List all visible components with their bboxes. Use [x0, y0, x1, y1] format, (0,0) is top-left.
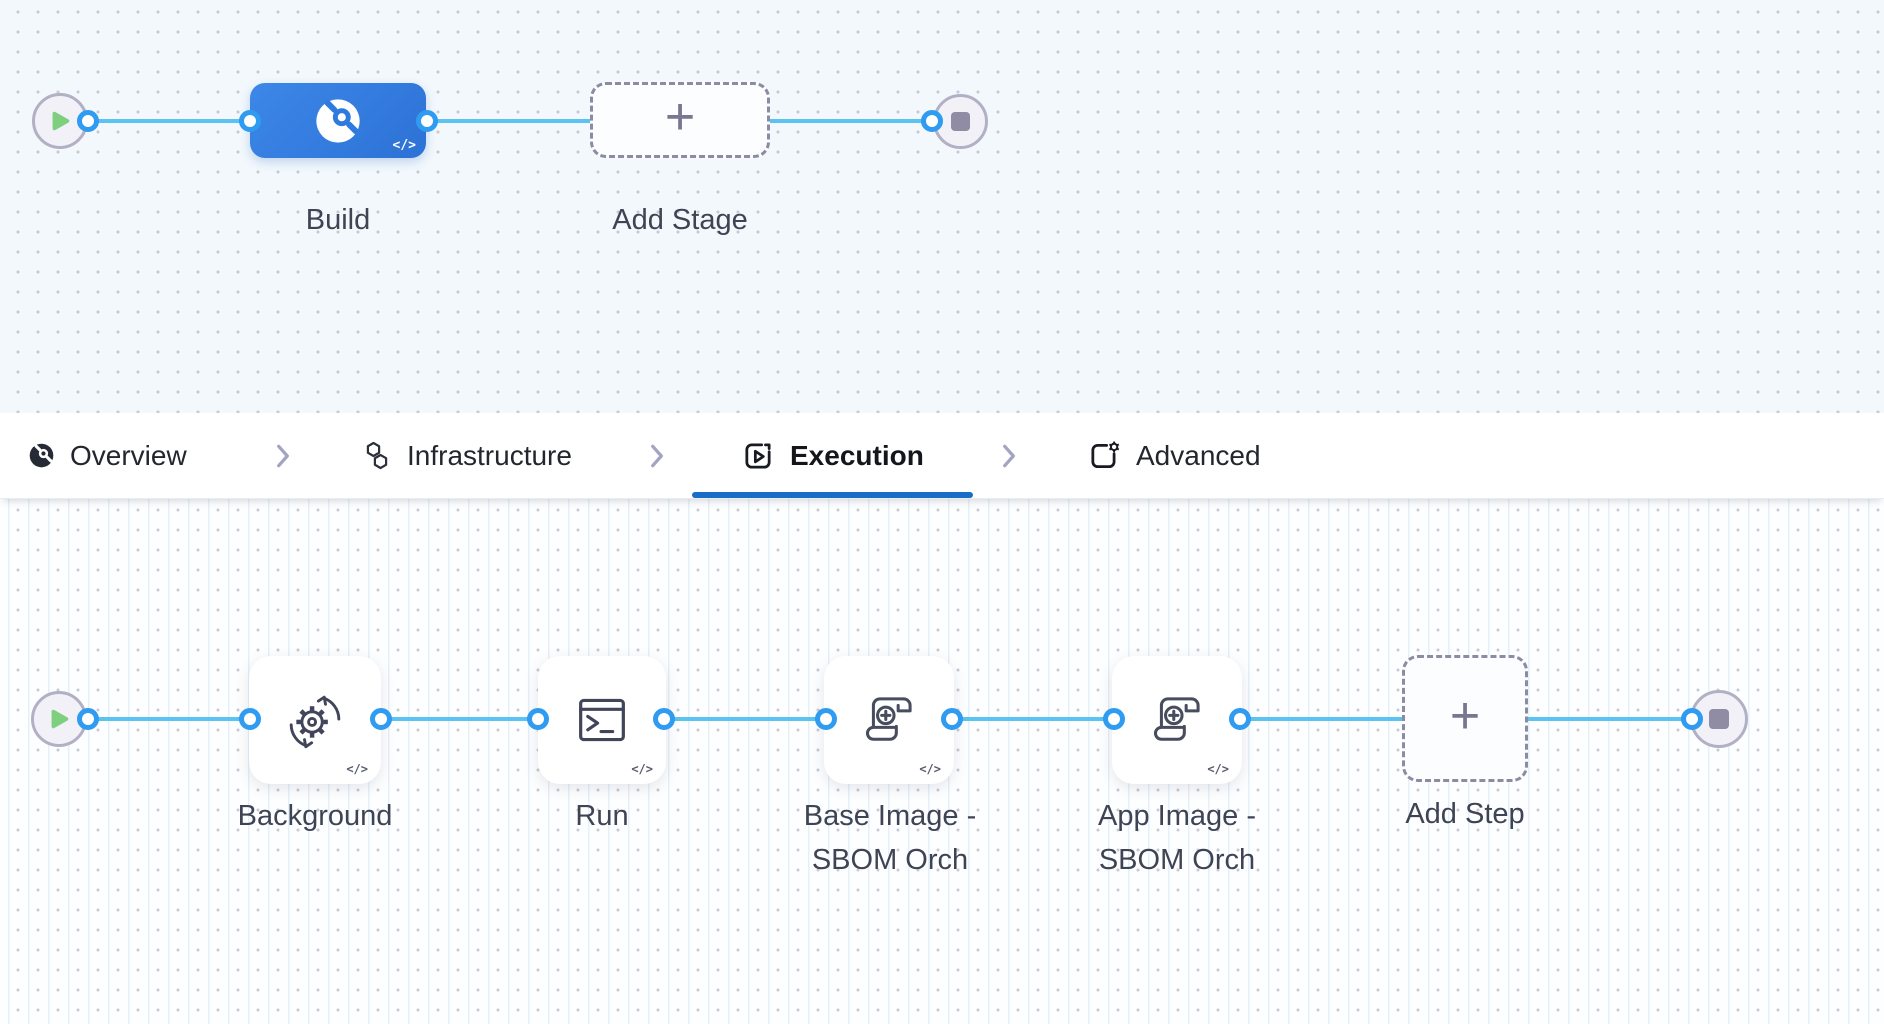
- connector-dot: [239, 110, 261, 132]
- play-square-icon: [745, 442, 771, 469]
- execution-step-canvas[interactable]: </> </> </> </> + Background Run Base Im…: [0, 498, 1884, 1024]
- tab-label: Overview: [70, 439, 187, 471]
- tab-overview[interactable]: Overview: [28, 413, 187, 498]
- pipeline-editor: </> + Build Add Stage Overview Infrastru…: [0, 0, 1884, 1024]
- connector-dot: [239, 708, 261, 730]
- step-node-run[interactable]: </>: [538, 656, 666, 784]
- plus-icon: +: [1449, 686, 1481, 745]
- add-stage-label: Add Stage: [612, 204, 748, 236]
- step-label: Base Image - SBOM Orch: [803, 800, 977, 876]
- connector-dot: [815, 708, 837, 730]
- tab-execution[interactable]: Execution: [741, 413, 924, 498]
- step-node-base-image-sbom[interactable]: </>: [824, 656, 954, 784]
- add-step-label: Add Step: [1405, 798, 1525, 830]
- yaml-code-badge: </>: [631, 762, 653, 776]
- add-stage-button[interactable]: +: [590, 82, 770, 158]
- stop-icon: [951, 112, 970, 131]
- play-icon: [51, 709, 69, 729]
- connector-dot: [921, 110, 943, 132]
- tab-advanced[interactable]: Advanced: [1087, 413, 1261, 498]
- connector-dot: [77, 708, 99, 730]
- tab-label: Advanced: [1136, 439, 1261, 471]
- tab-label: Execution: [790, 439, 924, 471]
- step-node-app-image-sbom[interactable]: </>: [1112, 656, 1242, 784]
- hexagons-icon: [366, 441, 388, 469]
- stage-label-build: Build: [305, 204, 371, 236]
- plus-icon: +: [664, 88, 696, 146]
- connector-dot: [1229, 708, 1251, 730]
- connector-dot: [370, 708, 392, 730]
- step-label: App Image - SBOM Orch: [1098, 800, 1256, 876]
- sync-gear-icon: [289, 695, 341, 749]
- step-label: Run: [575, 800, 629, 832]
- active-tab-underline: [692, 492, 973, 498]
- add-step-button[interactable]: +: [1402, 655, 1528, 782]
- terminal-icon: [579, 698, 625, 742]
- pipeline-overview-icon: [29, 443, 54, 468]
- tab-label: Infrastructure: [407, 439, 572, 471]
- connector-dot: [527, 708, 549, 730]
- yaml-code-badge: </>: [1207, 762, 1229, 776]
- step-node-background[interactable]: </>: [249, 656, 381, 784]
- tab-infrastructure[interactable]: Infrastructure: [360, 413, 572, 498]
- connector-dot: [416, 110, 438, 132]
- build-stage-icon: [316, 98, 360, 143]
- connector-dot: [1681, 708, 1703, 730]
- yaml-code-badge: </>: [919, 762, 941, 776]
- chevron-right-icon: [646, 413, 668, 498]
- connector-dot: [1103, 708, 1125, 730]
- stage-config-tab-bar: Overview Infrastructure Execution Advanc…: [0, 413, 1884, 499]
- play-icon: [52, 111, 70, 131]
- stage-edge-line: [88, 119, 932, 123]
- step-label: Background: [237, 800, 393, 832]
- yaml-code-badge: </>: [392, 138, 416, 153]
- chevron-right-icon: [272, 413, 294, 498]
- stage-canvas[interactable]: </> + Build Add Stage: [0, 0, 1884, 413]
- connector-dot: [941, 708, 963, 730]
- stage-node-build[interactable]: </>: [250, 83, 426, 158]
- chevron-right-icon: [998, 413, 1020, 498]
- page-gear-icon: [1091, 441, 1120, 468]
- connector-dot: [77, 110, 99, 132]
- connector-dot: [653, 708, 675, 730]
- scroll-plus-icon: [1153, 697, 1200, 741]
- stop-icon: [1709, 709, 1729, 729]
- scroll-plus-icon: [865, 697, 912, 741]
- yaml-code-badge: </>: [346, 762, 368, 776]
